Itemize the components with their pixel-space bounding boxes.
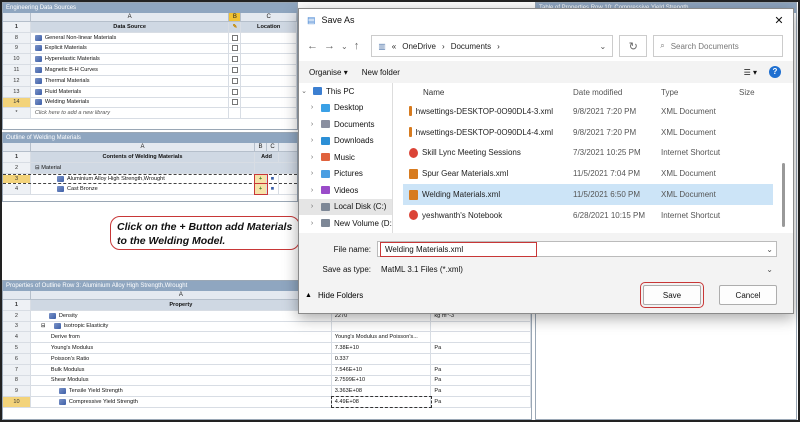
image-border xyxy=(0,0,800,422)
